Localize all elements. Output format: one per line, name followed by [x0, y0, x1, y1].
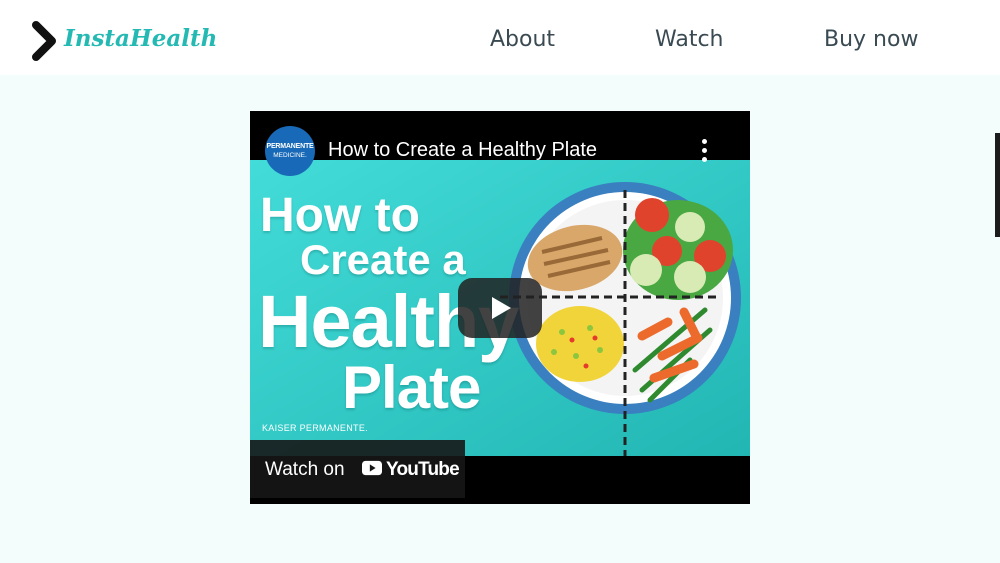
site-header: InstaHealth About Watch Buy now	[0, 0, 1000, 78]
chevron-right-icon[interactable]	[30, 20, 60, 62]
watch-on-label: Watch on	[265, 459, 345, 480]
channel-name-line1: PERMANENTE	[266, 143, 314, 150]
nav-watch-link[interactable]: Watch	[655, 27, 724, 52]
channel-name-line2: MEDICINE.	[273, 152, 307, 159]
scrollbar-thumb[interactable]	[995, 133, 1000, 237]
logo-text[interactable]: InstaHealth	[64, 25, 217, 52]
thumbnail-text-line: Plate	[342, 354, 481, 421]
play-icon[interactable]	[458, 278, 542, 338]
thumbnail-text-line: Create a	[300, 236, 466, 283]
youtube-video-embed[interactable]: PERMANENTE MEDICINE. How to Create a Hea…	[250, 111, 750, 504]
nav-about-link[interactable]: About	[490, 27, 555, 52]
thumbnail-brand-label: KAISER PERMANENTE.	[262, 423, 368, 433]
watch-on-youtube-button[interactable]: Watch on YouTube	[250, 440, 465, 498]
video-title[interactable]: How to Create a Healthy Plate	[328, 139, 597, 162]
youtube-label: YouTube	[386, 459, 460, 480]
thumbnail-text-line: How to	[260, 189, 420, 242]
channel-avatar[interactable]: PERMANENTE MEDICINE.	[265, 126, 315, 176]
youtube-logo-icon	[362, 460, 382, 476]
nav-buy-now-link[interactable]: Buy now	[824, 27, 918, 52]
more-vertical-icon[interactable]	[694, 139, 714, 169]
